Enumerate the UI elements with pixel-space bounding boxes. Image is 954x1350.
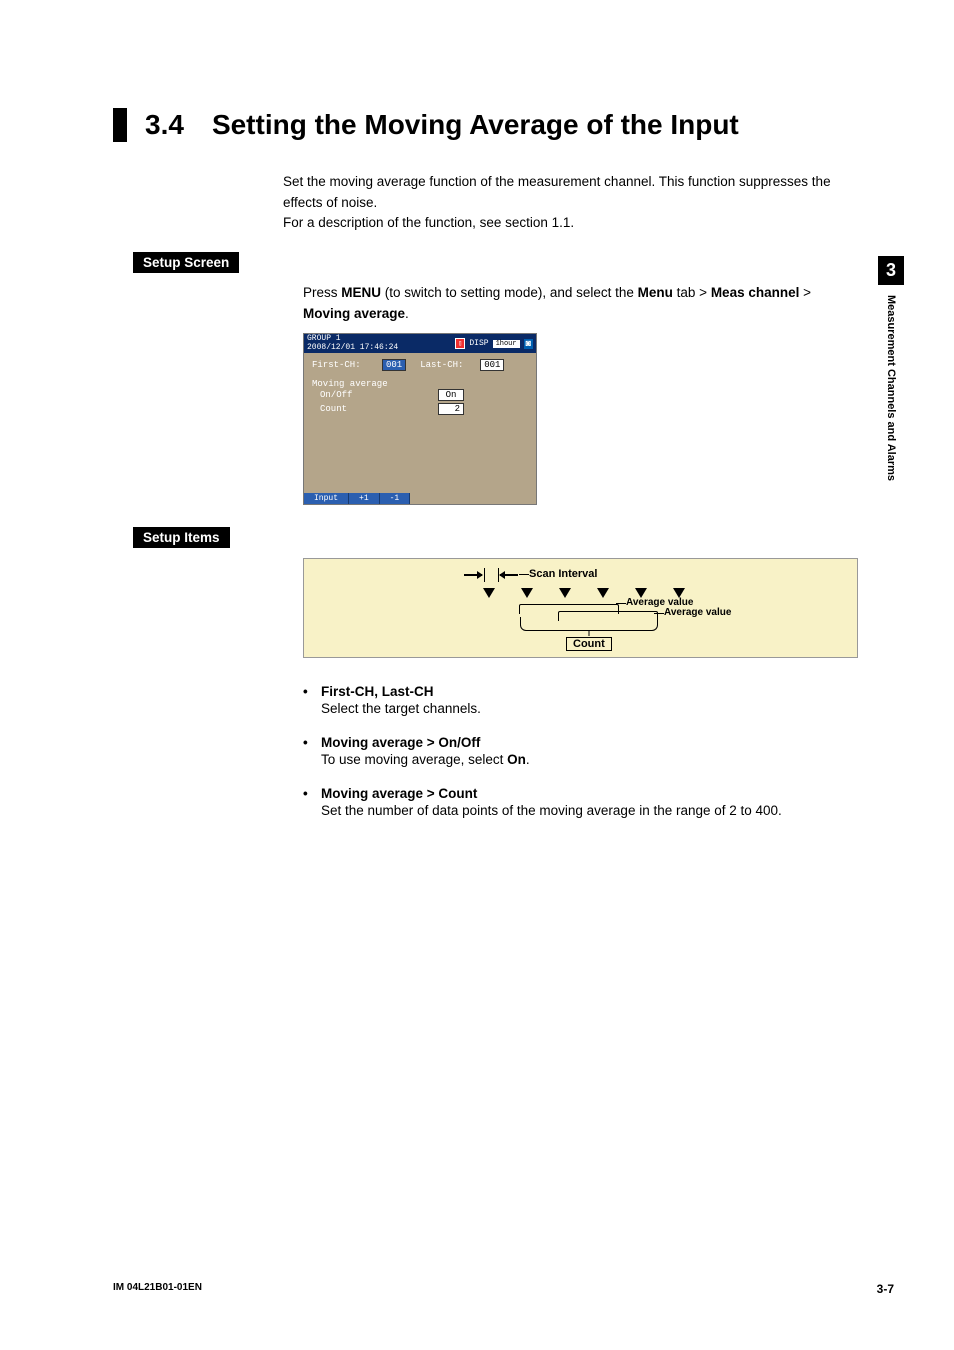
ss-firstch-val: 001 — [382, 359, 406, 371]
ss-onoff-label: On/Off — [320, 390, 438, 400]
ss-rec-icon: ◙ — [524, 339, 533, 349]
ss-lastch-label: Last-CH: — [420, 360, 480, 370]
intro-line2: For a description of the function, see s… — [283, 213, 859, 234]
ss-btn-plus: +1 — [349, 493, 380, 504]
ss-count-label: Count — [320, 404, 438, 414]
item-desc-0: Select the target channels. — [321, 699, 859, 719]
screenshot-header: GROUP 1 2008/12/01 17:46:24 ▯ DISP 1hour… — [304, 334, 536, 353]
screenshot-footer: Input +1 -1 — [304, 493, 536, 504]
heading-bar — [113, 108, 127, 142]
side-chapter-number: 3 — [878, 256, 904, 285]
page-footer: IM 04L21B01-01EN 3-7 — [113, 1282, 894, 1296]
section-title: Setting the Moving Average of the Input — [212, 108, 739, 142]
ss-lastch-val: 001 — [480, 359, 504, 371]
diagram-avg2: Average value — [664, 607, 731, 618]
setup-items-list: • First-CH, Last-CH Select the target ch… — [303, 684, 859, 822]
item-title-2: Moving average > Count — [321, 786, 477, 801]
side-chapter-title: Measurement Channels and Alarms — [885, 295, 897, 481]
ss-badge: ▯ — [455, 338, 465, 349]
ss-disp: DISP — [469, 339, 488, 348]
item-desc-1: To use moving average, select On. — [321, 750, 859, 770]
setup-screen-instruction: Press MENU (to switch to setting mode), … — [303, 283, 859, 325]
side-tab: 3 Measurement Channels and Alarms — [878, 256, 904, 481]
intro-text: Set the moving average function of the m… — [283, 172, 859, 235]
diagram-count: Count — [566, 637, 612, 651]
ss-count-val: 2 — [438, 403, 464, 415]
item-moving-avg-count: • Moving average > Count Set the number … — [303, 786, 859, 821]
section-number: 3.4 — [145, 108, 184, 142]
ss-datetime: 2008/12/01 17:46:24 — [307, 344, 451, 352]
item-moving-avg-onoff: • Moving average > On/Off To use moving … — [303, 735, 859, 770]
item-desc-2: Set the number of data points of the mov… — [321, 801, 859, 821]
setup-screen-label: Setup Screen — [133, 252, 239, 273]
ss-btn-minus: -1 — [380, 493, 411, 504]
ss-btn-input: Input — [304, 493, 349, 504]
item-title-1: Moving average > On/Off — [321, 735, 480, 750]
timing-diagram: Scan Interval Average value Average valu… — [303, 558, 858, 658]
diagram-scan-interval: Scan Interval — [529, 568, 597, 580]
footer-doc-id: IM 04L21B01-01EN — [113, 1282, 202, 1296]
item-title-0: First-CH, Last-CH — [321, 684, 434, 699]
ss-ma-heading: Moving average — [312, 379, 528, 389]
item-first-last-ch: • First-CH, Last-CH Select the target ch… — [303, 684, 859, 719]
intro-line1: Set the moving average function of the m… — [283, 172, 859, 214]
device-screenshot: GROUP 1 2008/12/01 17:46:24 ▯ DISP 1hour… — [303, 333, 537, 505]
setup-items-label: Setup Items — [133, 527, 230, 548]
section-heading: 3.4 Setting the Moving Average of the In… — [113, 108, 859, 142]
ss-firstch-label: First-CH: — [312, 360, 382, 370]
footer-page-number: 3-7 — [877, 1282, 894, 1296]
ss-duration: 1hour — [493, 340, 520, 348]
ss-onoff-val: On — [438, 389, 464, 401]
